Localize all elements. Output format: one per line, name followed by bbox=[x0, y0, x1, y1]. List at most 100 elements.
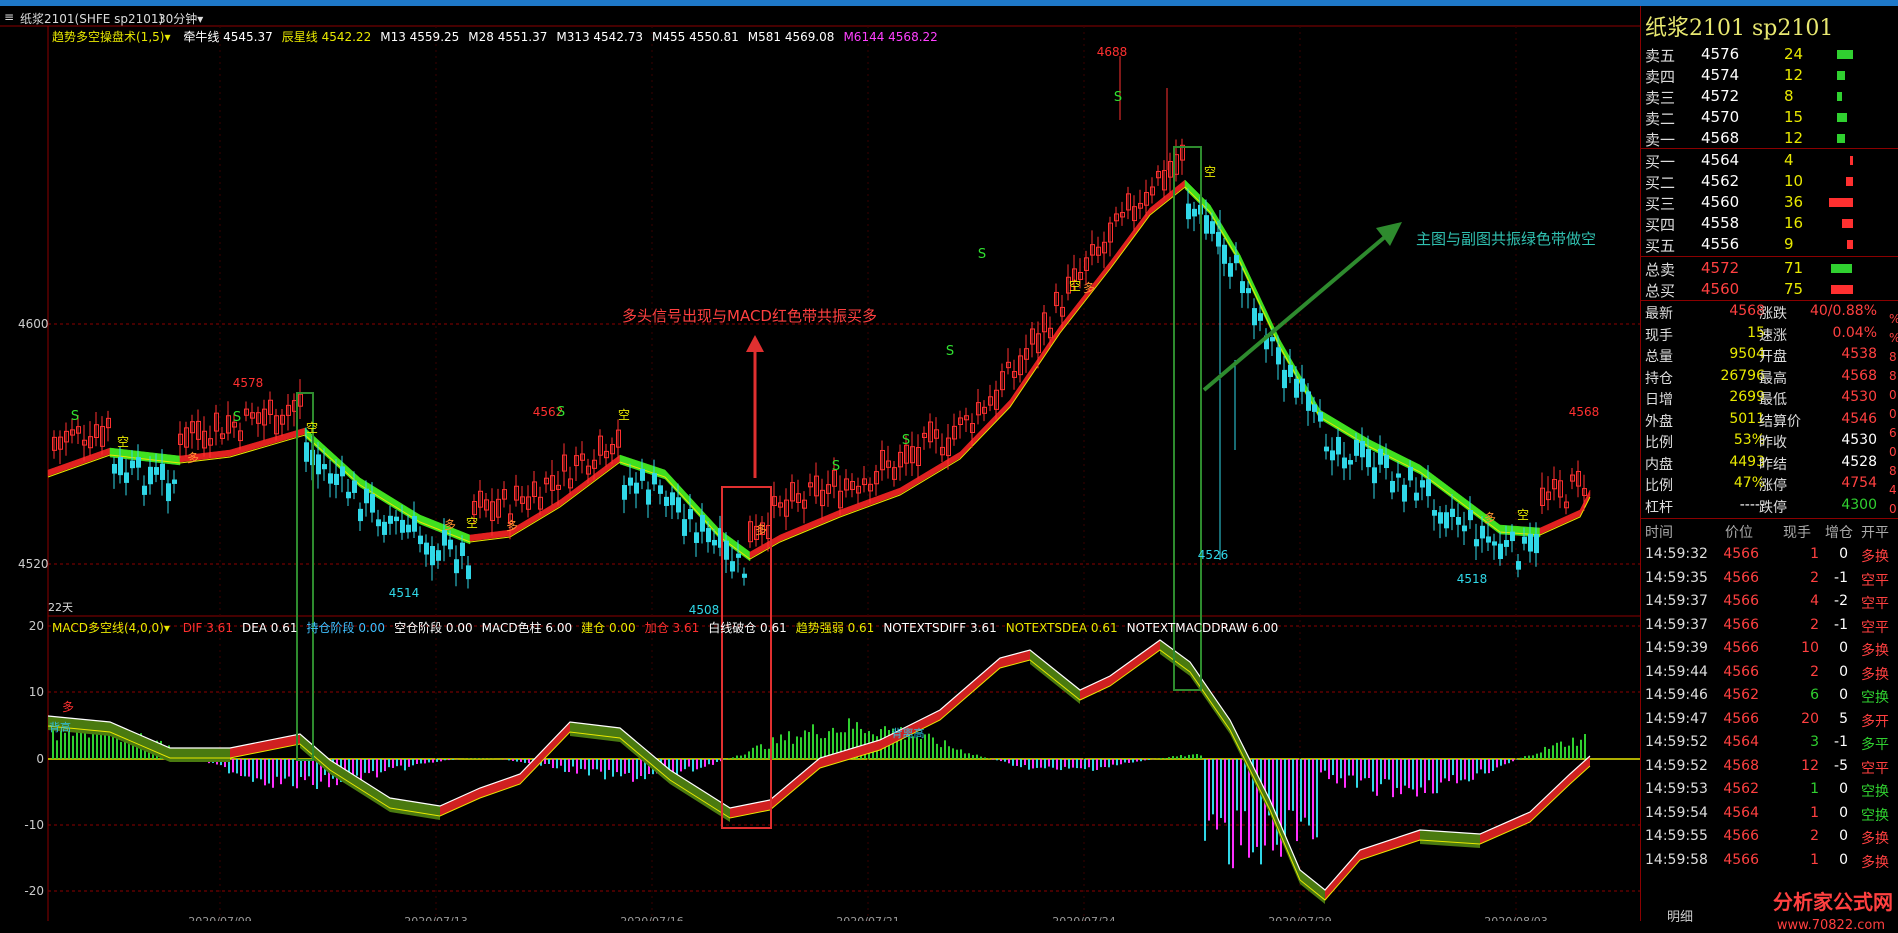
tick-row[interactable]: 14:59:54456410空换 bbox=[1641, 803, 1898, 825]
macd-bar-neg bbox=[700, 759, 702, 768]
tick-v: 2 bbox=[1810, 617, 1819, 633]
bid-row[interactable]: 买二456210 bbox=[1641, 171, 1871, 192]
macd-bar-pos bbox=[1556, 743, 1558, 759]
tick-v: 1 bbox=[1810, 546, 1819, 562]
macd-bar-pos bbox=[752, 748, 754, 759]
macd-bar-neg bbox=[1392, 759, 1394, 797]
chart-canvas[interactable]: 4600452020100-10-202020/07/092020/07/132… bbox=[0, 0, 1640, 921]
candle-body bbox=[724, 541, 729, 560]
tick-row[interactable]: 14:59:46456260空换 bbox=[1641, 685, 1898, 707]
macd-indicator-name[interactable]: MACD多空线(4,0,0) bbox=[52, 621, 164, 635]
side-mark: 6 bbox=[1889, 426, 1897, 440]
chevron-down-icon[interactable]: ▾ bbox=[164, 30, 170, 44]
candle-body bbox=[1384, 455, 1389, 468]
candle-body bbox=[1522, 537, 1527, 544]
tick-d: 0 bbox=[1839, 546, 1848, 562]
macd-item: DIF 3.61 bbox=[183, 621, 233, 635]
candle-body bbox=[1270, 337, 1275, 341]
bid-row[interactable]: 买五45569 bbox=[1641, 234, 1871, 255]
separator bbox=[1641, 300, 1898, 301]
macd-bar-pos bbox=[916, 737, 918, 759]
macd-bar-pos bbox=[780, 734, 782, 759]
bid-price: 4564 bbox=[1701, 151, 1739, 169]
tick-row[interactable]: 14:59:3545662-1空平 bbox=[1641, 568, 1898, 590]
ask-row[interactable]: 卖二457015 bbox=[1641, 107, 1871, 128]
tab-detail[interactable]: 明细 bbox=[1667, 906, 1693, 925]
tick-row[interactable]: 14:59:32456610多换 bbox=[1641, 544, 1898, 566]
macd-bar-neg bbox=[1056, 759, 1058, 770]
tick-row[interactable]: 14:59:44456620多换 bbox=[1641, 662, 1898, 684]
signal-kong: 空 bbox=[306, 421, 318, 435]
bid-row[interactable]: 买四455816 bbox=[1641, 213, 1871, 234]
candle-body bbox=[1240, 281, 1245, 293]
total-row[interactable]: 总卖457271 bbox=[1641, 258, 1871, 279]
total-label: 总买 bbox=[1645, 280, 1675, 301]
ask-row[interactable]: 卖四457412 bbox=[1641, 65, 1871, 86]
ask-row[interactable]: 卖三45728 bbox=[1641, 86, 1871, 107]
stat-l1: 持仓 bbox=[1645, 368, 1673, 388]
candle-body bbox=[1336, 437, 1341, 454]
macd-bar-neg bbox=[556, 759, 558, 768]
tick-row[interactable]: 14:59:52456812-5空平 bbox=[1641, 756, 1898, 778]
price-mark: 4578 bbox=[233, 376, 264, 390]
stat-v2: 4568 bbox=[1841, 368, 1877, 384]
tick-row[interactable]: 14:59:3745662-1空平 bbox=[1641, 615, 1898, 637]
macd-bar-neg bbox=[576, 759, 578, 774]
side-mark: 8 bbox=[1889, 350, 1897, 364]
macd-bar-neg bbox=[1516, 759, 1518, 760]
macd-bar-neg bbox=[376, 759, 378, 777]
tick-row[interactable]: 14:59:5245643-1多平 bbox=[1641, 732, 1898, 754]
candle-body bbox=[1468, 510, 1473, 520]
tick-p: 4562 bbox=[1723, 781, 1759, 797]
macd-bar-neg bbox=[508, 759, 510, 760]
chevron-down-icon[interactable]: ▾ bbox=[164, 621, 170, 635]
tick-row[interactable]: 14:59:3745664-2空平 bbox=[1641, 591, 1898, 613]
macd-bar-pos bbox=[800, 737, 802, 759]
macd-bar-neg bbox=[1236, 759, 1238, 810]
bid-row[interactable]: 买三456036 bbox=[1641, 192, 1871, 213]
tick-d: 0 bbox=[1839, 805, 1848, 821]
candle-body bbox=[448, 540, 453, 550]
macd-bar-neg bbox=[280, 759, 282, 784]
macd-bar-pos bbox=[1172, 756, 1174, 759]
tick-row[interactable]: 14:59:394566100多换 bbox=[1641, 638, 1898, 660]
side-mark: 0 bbox=[1889, 407, 1897, 421]
macd-bar-neg bbox=[512, 759, 514, 761]
macd-axis-label: 0 bbox=[36, 752, 44, 766]
signal-kong: 空 bbox=[1069, 279, 1081, 293]
ask-row[interactable]: 卖五457624 bbox=[1641, 44, 1871, 65]
tick-row[interactable]: 14:59:55456620多换 bbox=[1641, 826, 1898, 848]
bid-row[interactable]: 买一45644 bbox=[1641, 150, 1871, 171]
macd-bar-neg bbox=[404, 759, 406, 770]
macd-bar-neg bbox=[244, 759, 246, 776]
tick-row[interactable]: 14:59:53456210空换 bbox=[1641, 779, 1898, 801]
macd-bar-neg bbox=[544, 759, 546, 764]
macd-label-high: 背高 bbox=[49, 720, 71, 734]
side-mark: % bbox=[1889, 312, 1898, 326]
tick-header-cell: 增仓 bbox=[1825, 522, 1853, 542]
macd-bar-neg bbox=[1396, 759, 1398, 788]
tick-k: 多换 bbox=[1861, 640, 1889, 660]
ask-row[interactable]: 卖一456812 bbox=[1641, 128, 1871, 149]
volume-bar bbox=[1837, 71, 1845, 80]
stat-l2: 最低 bbox=[1759, 389, 1787, 409]
tick-t: 14:59:44 bbox=[1645, 664, 1708, 680]
macd-bar-pos bbox=[744, 755, 746, 759]
total-row[interactable]: 总买456075 bbox=[1641, 279, 1871, 300]
macd-bar-neg bbox=[1068, 759, 1070, 769]
tick-t: 14:59:47 bbox=[1645, 711, 1708, 727]
macd-bar-neg bbox=[1400, 759, 1402, 794]
macd-axis-label: 20 bbox=[29, 619, 44, 633]
candle-body bbox=[1390, 481, 1395, 492]
macd-bar-neg bbox=[1092, 759, 1094, 771]
tick-row[interactable]: 14:59:474566205多开 bbox=[1641, 709, 1898, 731]
signal-kong: 空 bbox=[117, 435, 129, 449]
macd-bar-neg bbox=[292, 759, 294, 786]
macd-ribbon-segment bbox=[1325, 850, 1360, 900]
macd-bar-pos bbox=[1520, 758, 1522, 759]
indicator-name[interactable]: 趋势多空操盘术(1,5) bbox=[52, 30, 164, 44]
macd-bar-neg bbox=[1224, 759, 1226, 823]
macd-bar-neg bbox=[520, 759, 522, 762]
macd-bar-neg bbox=[564, 759, 566, 772]
tick-row[interactable]: 14:59:58456610多换 bbox=[1641, 850, 1898, 872]
